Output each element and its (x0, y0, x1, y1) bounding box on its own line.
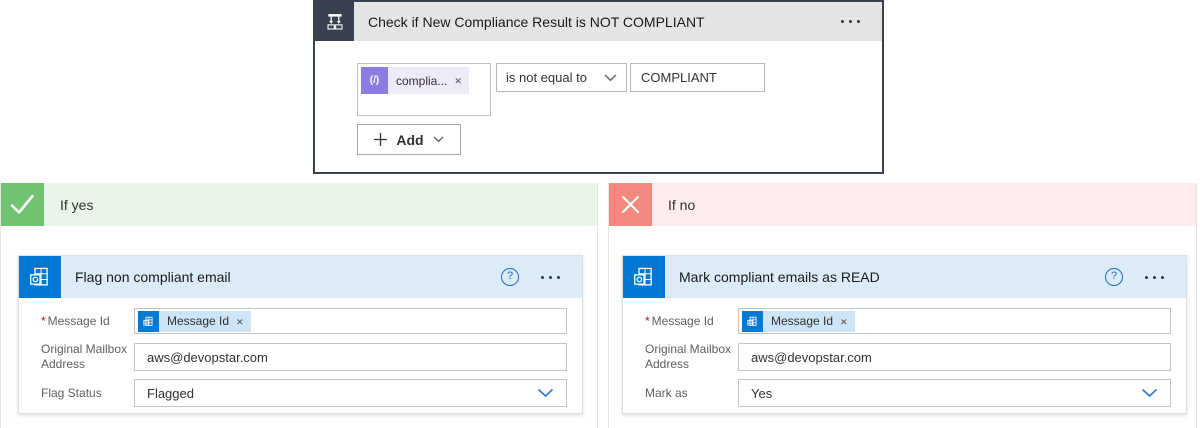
condition-card-header[interactable]: Check if New Compliance Result is NOT CO… (315, 2, 882, 41)
flag-status-label: Flag Status (19, 386, 134, 401)
branch-no-label: If no (668, 197, 695, 213)
condition-operator-select[interactable]: is not equal to (496, 63, 627, 92)
outlook-icon (623, 256, 665, 298)
mark-read-card-header[interactable]: Mark compliant emails as READ ? (623, 256, 1186, 298)
branch-yes-section: If yes Flag non compliant email ? (0, 183, 598, 428)
outlook-icon (19, 256, 61, 298)
branch-no-section: If no Mark compliant emails as READ ? (608, 183, 1197, 428)
action-card-flag-email: Flag non compliant email ? *Message Id (18, 255, 583, 414)
add-button-label: Add (396, 132, 423, 148)
message-id-input[interactable]: Message Id ✕ (134, 308, 567, 334)
flag-email-card-header[interactable]: Flag non compliant email ? (19, 256, 582, 298)
condition-operand-box[interactable]: (/) complia... ✕ (357, 63, 491, 116)
expression-token[interactable]: (/) complia... ✕ (361, 67, 469, 94)
expression-icon: (/) (361, 67, 388, 94)
condition-value-input[interactable] (630, 63, 765, 92)
message-id-row: *Message Id (19, 308, 582, 334)
mailbox-row: Original Mailbox Address (19, 343, 582, 371)
chevron-down-icon (604, 74, 617, 82)
x-icon (609, 183, 652, 226)
flag-status-value: Flagged (147, 386, 537, 401)
outlook-icon (138, 311, 159, 332)
chevron-down-icon (537, 388, 554, 398)
message-id-token-remove-icon[interactable]: ✕ (840, 315, 855, 328)
outlook-icon (742, 311, 763, 332)
action-card-mark-read: Mark compliant emails as READ ? *Message… (622, 255, 1187, 414)
flag-status-row: Flag Status Flagged (19, 379, 582, 407)
mailbox-input[interactable] (738, 343, 1171, 371)
help-icon[interactable]: ? (501, 268, 519, 286)
flag-email-card-title: Flag non compliant email (75, 269, 501, 285)
condition-title: Check if New Compliance Result is NOT CO… (368, 14, 839, 30)
mailbox-label: Original Mailbox Address (623, 342, 738, 372)
mark-read-card-title: Mark compliant emails as READ (679, 269, 1105, 285)
mailbox-row: Original Mailbox Address (623, 343, 1186, 371)
message-id-row: *Message Id (623, 308, 1186, 334)
help-icon[interactable]: ? (1105, 268, 1123, 286)
condition-card: Check if New Compliance Result is NOT CO… (313, 0, 884, 174)
plus-icon (374, 133, 387, 146)
mark-read-menu-button[interactable] (1143, 270, 1166, 285)
flag-status-dropdown[interactable]: Flagged (134, 379, 567, 407)
mark-as-row: Mark as Yes (623, 379, 1186, 407)
mailbox-input[interactable] (134, 343, 567, 371)
mailbox-label: Original Mailbox Address (19, 342, 134, 372)
add-condition-button[interactable]: Add (357, 124, 461, 155)
condition-operator-value: is not equal to (506, 70, 604, 85)
message-id-token-label: Message Id (159, 314, 236, 328)
branch-yes-header[interactable]: If yes (1, 183, 597, 226)
message-id-input[interactable]: Message Id ✕ (738, 308, 1171, 334)
check-icon (1, 183, 44, 226)
message-id-label: *Message Id (19, 314, 134, 329)
condition-body: (/) complia... ✕ is not equal to Add (315, 41, 882, 169)
branch-no-header[interactable]: If no (609, 183, 1196, 226)
expression-token-label: complia... (388, 74, 454, 88)
message-id-label: *Message Id (623, 314, 738, 329)
mark-as-dropdown[interactable]: Yes (738, 379, 1171, 407)
flag-email-menu-button[interactable] (539, 270, 562, 285)
message-id-token[interactable]: Message Id ✕ (138, 311, 251, 332)
mark-as-label: Mark as (623, 386, 738, 401)
expression-token-remove-icon[interactable]: ✕ (454, 74, 469, 87)
message-id-token-remove-icon[interactable]: ✕ (236, 315, 251, 328)
message-id-token[interactable]: Message Id ✕ (742, 311, 855, 332)
branch-yes-label: If yes (60, 197, 93, 213)
chevron-down-icon (1141, 388, 1158, 398)
chevron-down-icon (433, 136, 444, 143)
flow-designer-canvas: Check if New Compliance Result is NOT CO… (0, 0, 1200, 428)
mark-as-value: Yes (751, 386, 1141, 401)
message-id-token-label: Message Id (763, 314, 840, 328)
condition-icon (315, 2, 354, 41)
condition-menu-button[interactable] (839, 14, 862, 29)
